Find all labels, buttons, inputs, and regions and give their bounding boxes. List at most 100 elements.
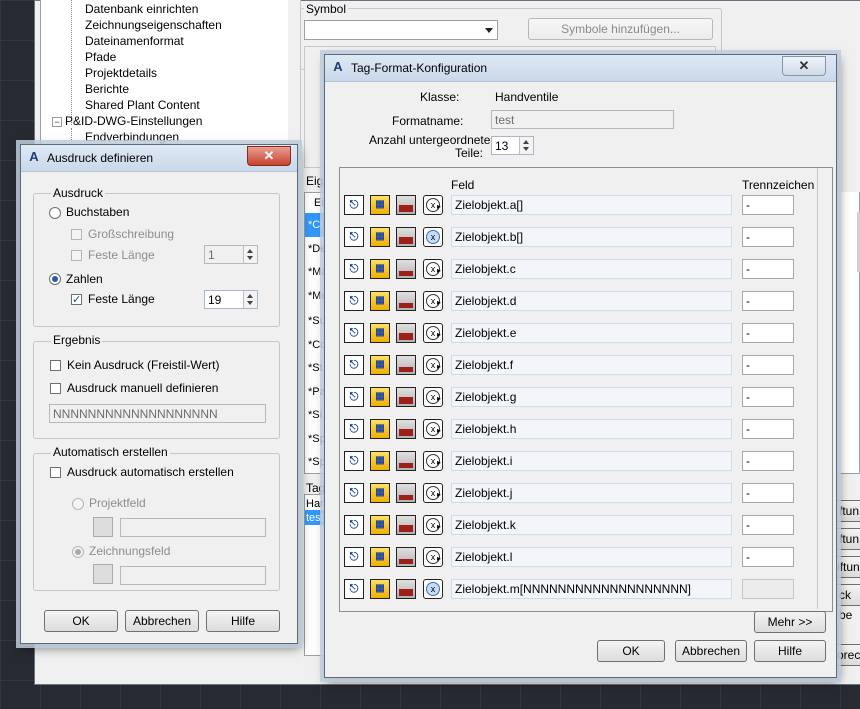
clear-field-icon[interactable] [396,419,416,439]
tree-item-pid-dwg-settings[interactable]: P&ID-DWG-Einstellungen [65,114,202,128]
zeichnungsfeld-picker-icon[interactable] [93,564,113,584]
select-property-icon[interactable]: ⎋ [344,387,364,407]
clear-field-icon[interactable] [396,547,416,567]
clear-field-icon[interactable] [396,355,416,375]
zahlen-radio[interactable] [49,273,61,285]
field-input[interactable]: Zielobjekt.c [451,259,732,279]
buchstaben-radio[interactable] [49,207,61,219]
tree-item-endverbindungen[interactable]: Endverbindungen [85,130,179,144]
separator-input[interactable]: - [742,259,794,279]
clear-field-icon[interactable] [396,515,416,535]
expression-icon[interactable]: x ▸ [423,451,443,471]
field-input[interactable]: Zielobjekt.i [451,451,732,471]
separator-input[interactable]: - [742,323,794,343]
spin-buttons[interactable] [243,291,257,308]
help-button[interactable]: Hilfe [206,610,280,632]
browse-field-icon[interactable]: ▦ [370,387,390,407]
field-input[interactable]: Zielobjekt.f [451,355,732,375]
properties-row[interactable]: *Si [308,409,322,421]
tree-item-berichte[interactable]: Berichte [85,82,129,96]
separator-input[interactable]: - [742,291,794,311]
feste-laenge-stepper-1[interactable]: 1 [204,245,258,264]
settings-tree[interactable]: Datenbank einrichten Zeichnungseigenscha… [40,0,290,160]
select-property-icon[interactable]: ⎋ [344,323,364,343]
properties-row[interactable]: *Cl [308,219,323,231]
field-input[interactable]: Zielobjekt.h [451,419,732,439]
field-input[interactable]: Zielobjekt.e [451,323,732,343]
feste-laenge-stepper-2[interactable]: 19 [204,290,258,309]
feste-laenge-checkbox-2[interactable]: ✓ [71,294,82,306]
tag-format-titlebar[interactable]: A Tag-Format-Konfiguration ✕ [325,55,836,82]
anzahl-stepper[interactable]: 13 [491,136,534,155]
projektfeld-radio[interactable] [72,498,84,510]
select-property-icon[interactable]: ⎋ [344,451,364,471]
browse-field-icon[interactable]: ▦ [370,483,390,503]
help-button[interactable]: Hilfe [754,640,826,662]
close-button[interactable]: ✕ [782,56,826,76]
browse-field-icon[interactable]: ▦ [370,291,390,311]
separator-input[interactable]: - [742,547,794,567]
ok-button[interactable]: OK [44,610,118,632]
zeichnungsfeld-radio[interactable] [72,546,84,558]
background-button[interactable]: iftun [834,556,860,578]
properties-row[interactable]: *St [308,362,323,374]
clear-field-icon[interactable] [396,259,416,279]
separator-input[interactable] [742,579,794,599]
ausdruck-titlebar[interactable]: A Ausdruck definieren ✕ [21,145,297,172]
separator-input[interactable]: - [742,227,794,247]
clear-field-icon[interactable] [396,291,416,311]
browse-field-icon[interactable]: ▦ [370,195,390,215]
ok-button[interactable]: OK [597,640,665,662]
clear-field-icon[interactable] [396,195,416,215]
expression-icon[interactable]: x ▸ [423,515,443,535]
expression-icon[interactable]: x ▸ [423,291,443,311]
browse-field-icon[interactable]: ▦ [370,259,390,279]
field-input[interactable]: Zielobjekt.d [451,291,732,311]
clear-field-icon[interactable] [396,323,416,343]
clear-field-icon[interactable] [396,451,416,471]
separator-input[interactable]: - [742,355,794,375]
select-property-icon[interactable]: ⎋ [344,259,364,279]
browse-field-icon[interactable]: ▦ [370,547,390,567]
select-property-icon[interactable]: ⎋ [344,291,364,311]
expression-icon[interactable]: x ▸ [423,323,443,343]
expression-icon[interactable]: x ▸ [423,259,443,279]
separator-input[interactable]: - [742,195,794,215]
formatname-field[interactable]: test [491,110,674,129]
expression-icon[interactable]: x [423,579,443,599]
spin-buttons[interactable] [243,246,257,263]
separator-input[interactable]: - [742,387,794,407]
browse-field-icon[interactable]: ▦ [370,419,390,439]
field-input[interactable]: Zielobjekt.m[NNNNNNNNNNNNNNNNNNN] [451,579,732,599]
select-property-icon[interactable]: ⎋ [344,579,364,599]
fields-scrollbar[interactable] [817,168,831,609]
select-property-icon[interactable]: ⎋ [344,355,364,375]
cancel-button[interactable]: Abbrechen [675,640,747,662]
browse-field-icon[interactable]: ▦ [370,227,390,247]
manuell-checkbox[interactable] [50,383,61,394]
spin-buttons[interactable] [519,137,533,154]
browse-field-icon[interactable]: ▦ [370,323,390,343]
tree-item-zeichnungseigenschaften[interactable]: Zeichnungseigenschaften [85,18,222,32]
separator-input[interactable]: - [742,451,794,471]
background-button[interactable]: ck be [834,584,860,622]
clear-field-icon[interactable] [396,227,416,247]
background-button[interactable]: ftun [834,500,860,522]
feste-laenge-checkbox-1[interactable] [71,250,82,261]
tree-item-shared-plant-content[interactable]: Shared Plant Content [85,98,200,112]
select-property-icon[interactable]: ⎋ [344,483,364,503]
close-button[interactable]: ✕ [247,146,291,166]
tree-item-pfade[interactable]: Pfade [85,50,116,64]
separator-input[interactable]: - [742,515,794,535]
tree-item-projektdetails[interactable]: Projektdetails [85,66,157,80]
browse-field-icon[interactable]: ▦ [370,451,390,471]
field-input[interactable]: Zielobjekt.b[] [451,227,732,247]
field-input[interactable]: Zielobjekt.a[] [451,195,732,215]
background-button[interactable]: ftun [834,528,860,550]
expression-icon[interactable]: x ▸ [423,195,443,215]
field-input[interactable]: Zielobjekt.l [451,547,732,567]
expression-icon[interactable]: x ▸ [423,387,443,407]
background-button[interactable]: orech [834,644,860,666]
expression-icon[interactable]: x ▸ [423,355,443,375]
separator-input[interactable]: - [742,483,794,503]
